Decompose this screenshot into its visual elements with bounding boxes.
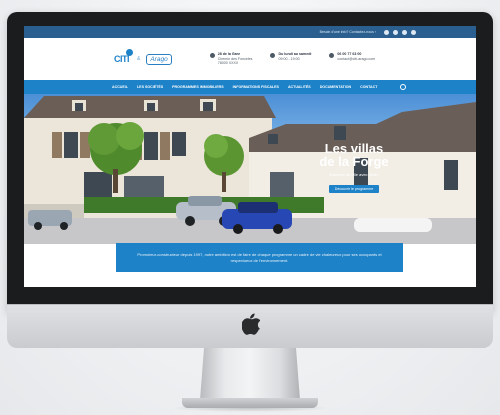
- topbar-contact-link[interactable]: Besoin d'une info? Contactez-nous ›: [320, 30, 376, 34]
- main-nav: ACCUEIL LES SOCIÉTÉS PROGRAMMES IMMOBILI…: [24, 80, 476, 94]
- search-icon[interactable]: [400, 84, 407, 90]
- facebook-icon[interactable]: [384, 29, 389, 35]
- nav-item-contact[interactable]: CONTACT: [360, 85, 377, 89]
- intro-banner: Promoteur-constructeur depuis 1997, notr…: [116, 243, 403, 272]
- hero-title-line2: de la Forge: [319, 154, 389, 169]
- nav-item-accueil[interactable]: ACCUEIL: [112, 85, 128, 89]
- nav-item-societes[interactable]: LES SOCIÉTÉS: [137, 85, 163, 89]
- header-contacts: 28 de la Gare Chemin des Fonceles 78000 …: [209, 52, 375, 66]
- hero-caption: Les villas de la Forge Maisons de ville …: [294, 142, 414, 195]
- imac-stand-base: [182, 398, 318, 408]
- citi-logo[interactable]: CITI: [114, 49, 133, 64]
- nav-item-programmes[interactable]: PROGRAMMES IMMOBILIERS: [172, 85, 224, 89]
- discover-program-button[interactable]: Découvrir le programme: [328, 185, 380, 193]
- hero-slider[interactable]: Les villas de la Forge Maisons de ville …: [24, 94, 476, 244]
- phone-icon: [329, 53, 335, 59]
- clock-icon: [270, 53, 276, 59]
- website-screen: Besoin d'une info? Contactez-nous › CITI…: [24, 26, 476, 287]
- top-bar: Besoin d'une info? Contactez-nous ›: [24, 26, 476, 38]
- hero-subtitle: Maisons de ville avec jardin: [329, 172, 379, 177]
- twitter-icon[interactable]: [393, 29, 398, 35]
- contact-email[interactable]: contact@citi-arago.com: [337, 57, 375, 62]
- contact-hours: Du lundi au samedi 09:00 - 19:00: [270, 52, 311, 66]
- apple-logo-icon: [242, 313, 260, 335]
- contact-address: 28 de la Gare Chemin des Fonceles 78000 …: [209, 52, 252, 66]
- nav-item-actualites[interactable]: ACTUALITÉS: [288, 85, 311, 89]
- linkedin-icon[interactable]: [402, 29, 407, 35]
- logo-separator: &: [137, 56, 141, 62]
- nav-item-informations[interactable]: INFORMATIONS FISCALES: [233, 85, 279, 89]
- nav-item-documentation[interactable]: DOCUMENTATION: [320, 85, 351, 89]
- imac-stand: [200, 348, 300, 400]
- hours-line2: 09:00 - 19:00: [278, 56, 300, 61]
- contact-phone[interactable]: 06 00 77 63 00 contact@citi-arago.com: [329, 52, 375, 66]
- citi-logo-mark: [126, 49, 133, 56]
- arago-logo[interactable]: Arago: [146, 53, 172, 65]
- youtube-icon[interactable]: [411, 29, 416, 35]
- map-pin-icon: [209, 53, 215, 59]
- address-line3: 78000 XXXX: [217, 61, 239, 66]
- site-header: CITI & Arago 28 de la Gare Chemin des Fo…: [24, 38, 476, 80]
- intro-banner-text: Promoteur-constructeur depuis 1997, notr…: [137, 251, 382, 263]
